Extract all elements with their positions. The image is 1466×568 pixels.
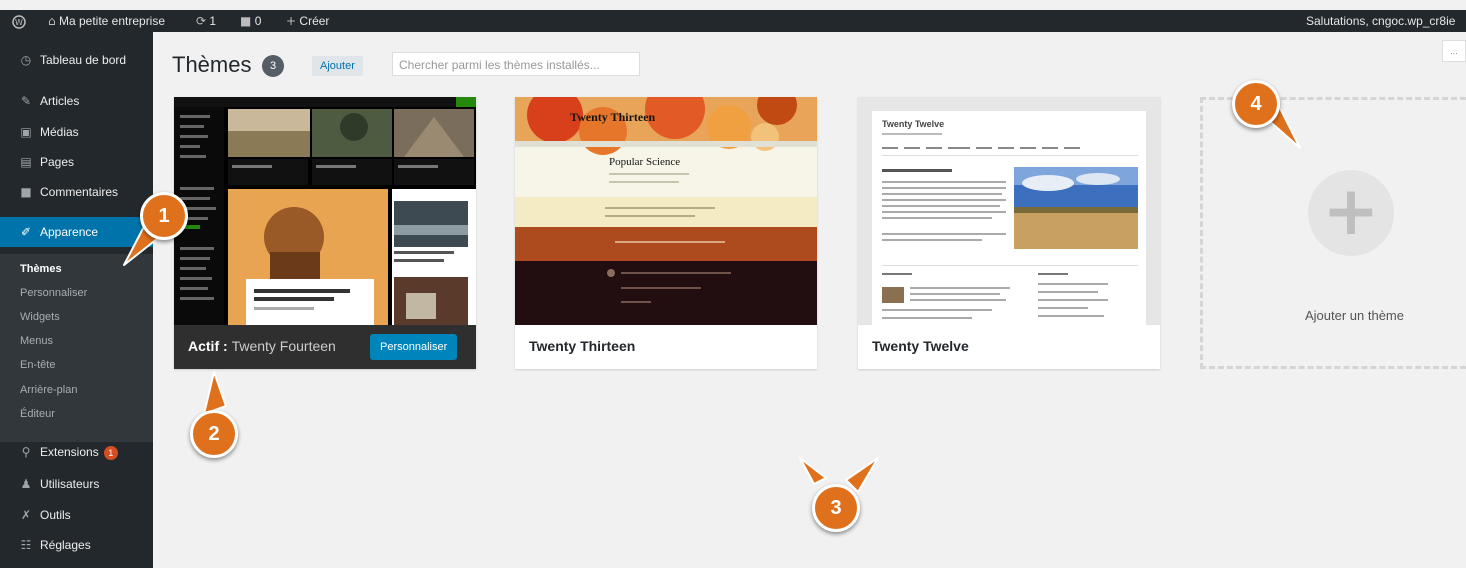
callout-3-pointer-left — [799, 457, 827, 485]
callout-badge-3: 3 — [812, 484, 860, 532]
callout-badge-1: 1 — [140, 192, 188, 240]
callout-3-pointer-right — [845, 457, 879, 493]
callout-2-pointer — [203, 371, 227, 415]
callout-badge-2: 2 — [190, 410, 238, 458]
callout-badge-4: 4 — [1232, 80, 1280, 128]
